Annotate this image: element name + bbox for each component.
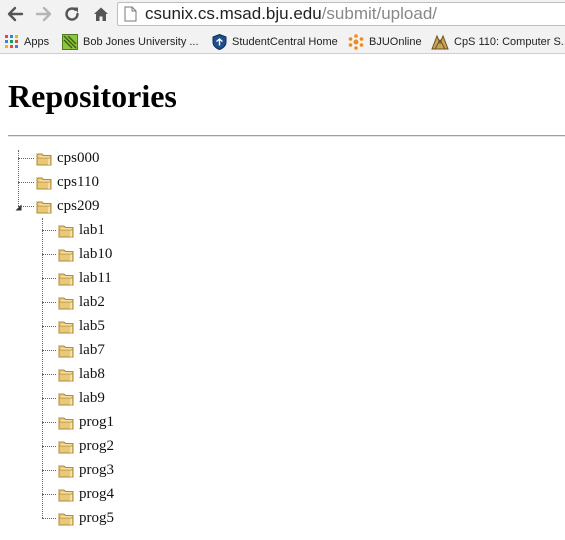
folder-icon	[36, 177, 52, 189]
tree-node-lab1[interactable]: lab1	[58, 220, 105, 240]
tree-node-lab11[interactable]: lab11	[58, 268, 112, 288]
tree-connector	[42, 278, 56, 279]
folder-icon	[58, 321, 74, 333]
tree-connector	[42, 374, 56, 375]
tree-node-label: lab9	[79, 389, 105, 406]
folder-icon	[58, 249, 74, 261]
folder-icon	[58, 393, 74, 405]
tree-node-lab2[interactable]: lab2	[58, 292, 105, 312]
tree-node-label: lab2	[79, 293, 105, 310]
tree-node-lab5[interactable]: lab5	[58, 316, 105, 336]
tree-node-label: cps209	[57, 197, 100, 214]
folder-icon	[36, 153, 52, 165]
tree-node-label: lab5	[79, 317, 105, 334]
tree-node-label: cps000	[57, 149, 100, 166]
tree-connector	[18, 158, 34, 159]
tree-node-cps110[interactable]: cps110	[36, 172, 99, 192]
tree-node-label: lab10	[79, 245, 113, 262]
tree-root-line	[18, 150, 19, 206]
tree-node-cps209[interactable]: cps209	[36, 196, 100, 216]
tree-connector	[42, 230, 56, 231]
tree-node-prog1[interactable]: prog1	[58, 412, 114, 432]
folder-icon	[36, 201, 52, 213]
folder-icon	[58, 489, 74, 501]
tree-branch-line	[42, 218, 43, 518]
folder-icon	[58, 441, 74, 453]
tree-node-label: prog2	[79, 437, 114, 454]
tree-node-label: prog4	[79, 485, 114, 502]
folder-icon	[58, 273, 74, 285]
tree-connector	[42, 326, 56, 327]
folder-icon	[58, 465, 74, 477]
tree-connector	[42, 446, 56, 447]
tree-node-prog3[interactable]: prog3	[58, 460, 114, 480]
tree-node-lab10[interactable]: lab10	[58, 244, 112, 264]
folder-icon	[58, 513, 74, 525]
tree-connector	[42, 494, 56, 495]
tree-node-lab8[interactable]: lab8	[58, 364, 105, 384]
folder-icon	[58, 345, 74, 357]
tree-connector	[42, 518, 56, 519]
tree-connector	[18, 182, 34, 183]
folder-icon	[58, 225, 74, 237]
folder-icon	[58, 297, 74, 309]
tree-connector	[42, 470, 56, 471]
folder-icon	[58, 369, 74, 381]
tree-node-label: prog3	[79, 461, 114, 478]
tree-node-lab9[interactable]: lab9	[58, 388, 105, 408]
tree-connector	[42, 398, 56, 399]
folder-icon	[58, 417, 74, 429]
tree-node-label: lab8	[79, 365, 105, 382]
tree-node-label: prog1	[79, 413, 114, 430]
tree-node-cps000[interactable]: cps000	[36, 148, 100, 168]
tree-connector	[42, 422, 56, 423]
tree-node-prog5[interactable]: prog5	[58, 508, 114, 528]
tree-node-label: lab1	[79, 221, 105, 238]
tree-node-label: prog5	[79, 509, 114, 526]
repository-tree: cps000 cps110 cps209 lab1 lab10 lab11 lab2 lab5…	[0, 0, 565, 540]
tree-node-lab7[interactable]: lab7	[58, 340, 105, 360]
tree-node-label: lab11	[79, 269, 112, 286]
tree-node-prog2[interactable]: prog2	[58, 436, 114, 456]
tree-connector	[42, 350, 56, 351]
tree-node-label: cps110	[57, 173, 99, 190]
tree-node-prog4[interactable]: prog4	[58, 484, 114, 504]
tree-connector	[42, 302, 56, 303]
tree-node-label: lab7	[79, 341, 105, 358]
tree-connector	[42, 254, 56, 255]
